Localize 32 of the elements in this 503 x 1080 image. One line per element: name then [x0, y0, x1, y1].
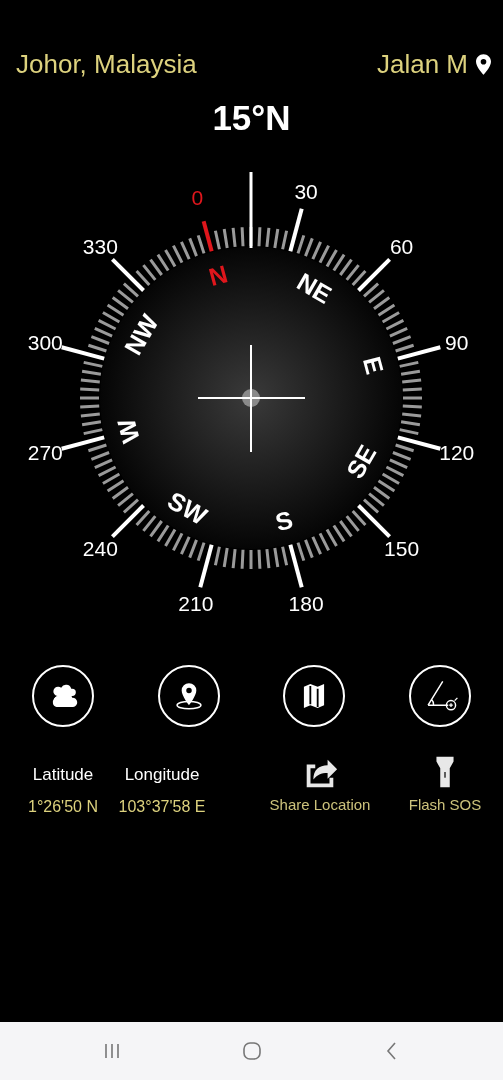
degree-label: 150: [384, 536, 420, 560]
crosshair-icon: [197, 344, 306, 453]
degree-label: 30: [294, 180, 318, 204]
location-text: Johor, Malaysia: [16, 48, 197, 80]
map-pin-icon: [476, 53, 491, 75]
degree-label: 330: [82, 235, 118, 259]
direction-letter: W: [111, 415, 145, 446]
degree-label: 120: [439, 441, 475, 465]
home-icon[interactable]: [241, 1041, 262, 1061]
direction-letter: SE: [340, 440, 382, 483]
share-button[interactable]: Share Location: [269, 753, 371, 813]
degree-label: 180: [288, 591, 324, 615]
direction-letter: NE: [292, 267, 337, 309]
direction-letter: N: [205, 259, 231, 292]
degree-label: 300: [27, 330, 63, 354]
flash-button[interactable]: Flash SOS: [408, 753, 482, 813]
degree-label: 240: [82, 536, 118, 560]
direction-letter: NW: [118, 309, 164, 360]
street-text: Jalan M: [376, 48, 468, 80]
coordinate-value: 103°37'58 E: [118, 798, 206, 816]
coordinate-label: Longitude: [124, 765, 200, 785]
direction-letter: E: [358, 353, 390, 377]
direction-letter: SW: [163, 485, 212, 531]
coordinate-value: 1°26'50 N: [28, 798, 98, 816]
degree-label: 270: [27, 441, 63, 465]
heading-reading: 15°N: [212, 98, 291, 138]
coordinate-label: Latitude: [32, 765, 94, 785]
degree-label: 90: [445, 330, 469, 354]
degree-label: 60: [389, 235, 414, 259]
degree-label: 0: [191, 186, 204, 210]
direction-letter: S: [272, 505, 296, 537]
degree-label: 210: [178, 591, 214, 615]
